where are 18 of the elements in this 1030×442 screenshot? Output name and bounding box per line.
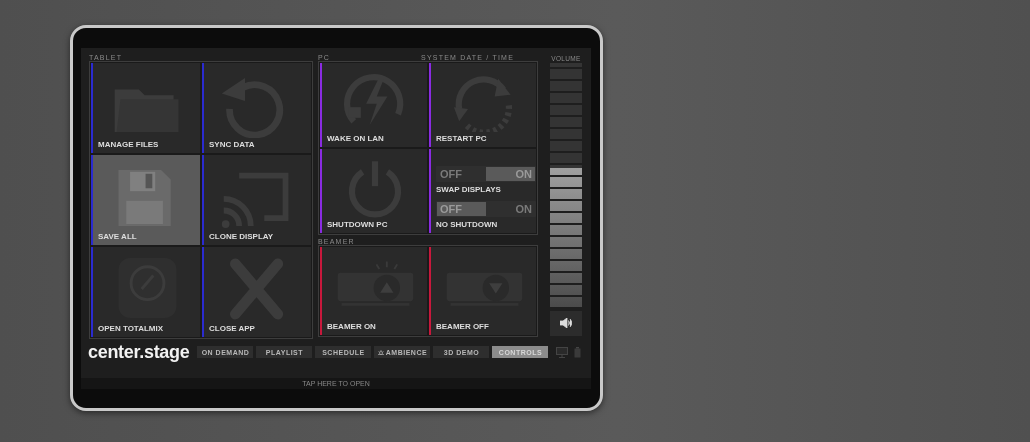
gear-icon <box>377 349 384 355</box>
speaker-button[interactable] <box>550 310 582 336</box>
action-tile[interactable]: SHUTDOWN PC <box>320 149 427 233</box>
action-tile[interactable]: SYNC DATA <box>202 63 311 153</box>
action-tile[interactable]: OPEN TOTALMIX <box>91 247 200 337</box>
volume-meter[interactable] <box>550 62 582 309</box>
action-tile[interactable]: MANAGE FILES <box>91 63 200 153</box>
toggle-label: NO SHUTDOWN <box>436 220 499 229</box>
speaker-icon <box>560 318 572 329</box>
action-tile[interactable]: BEAMER ON <box>320 247 427 335</box>
action-tile[interactable]: CLONE DISPLAY <box>202 155 311 245</box>
action-tile[interactable]: RESTART PC <box>429 63 536 147</box>
action-tile[interactable]: WAKE ON LAN <box>320 63 427 147</box>
action-tile[interactable]: BEAMER OFF <box>429 247 536 335</box>
toggle-label: SWAP DISPLAYS <box>436 185 502 194</box>
action-tile[interactable]: SAVE ALL <box>91 155 200 245</box>
app-logo: center.stage <box>88 341 190 363</box>
action-tile[interactable]: CLOSE APP <box>202 247 311 337</box>
